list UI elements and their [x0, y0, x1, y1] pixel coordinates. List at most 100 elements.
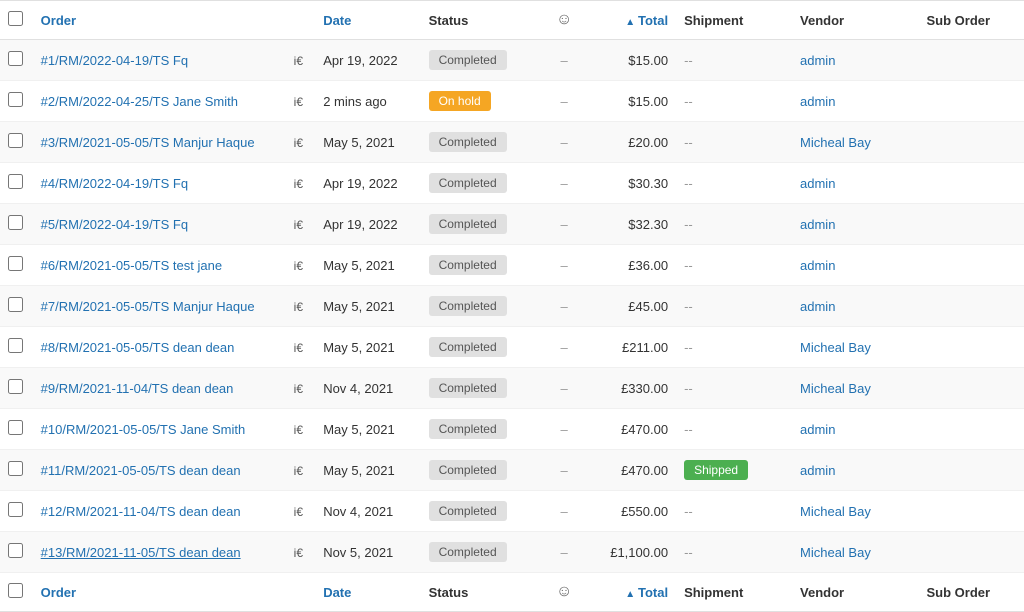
table-row: #9/RM/2021-11-04/TS dean deani€Nov 4, 20…: [0, 368, 1024, 409]
order-icon-8[interactable]: i€: [294, 341, 303, 355]
order-icon-10[interactable]: i€: [294, 423, 303, 437]
vendor-link-8[interactable]: Micheal Bay: [800, 340, 871, 355]
row-checkbox-2[interactable]: [8, 92, 23, 107]
select-all-footer-checkbox[interactable]: [8, 583, 23, 598]
header-date[interactable]: Date: [315, 1, 420, 40]
shipment-cell-5: --: [684, 217, 693, 232]
order-icon-3[interactable]: i€: [294, 136, 303, 150]
header-status: Status: [421, 1, 548, 40]
suborder-cell: [919, 40, 1024, 81]
header-check[interactable]: [0, 1, 33, 40]
suborder-cell: [919, 532, 1024, 573]
suborder-cell: [919, 286, 1024, 327]
order-icon-2[interactable]: i€: [294, 95, 303, 109]
row-checkbox-3[interactable]: [8, 133, 23, 148]
footer-smiley[interactable]: ☺: [547, 573, 581, 612]
footer-check[interactable]: [0, 573, 33, 612]
row-checkbox-12[interactable]: [8, 502, 23, 517]
shipment-cell-3: --: [684, 135, 693, 150]
order-icon-12[interactable]: i€: [294, 505, 303, 519]
order-total-4: $30.30: [589, 176, 668, 191]
header-smiley[interactable]: ☺: [547, 1, 581, 40]
order-link-3[interactable]: #3/RM/2021-05-05/TS Manjur Haque: [41, 135, 255, 150]
order-link-10[interactable]: #10/RM/2021-05-05/TS Jane Smith: [41, 422, 246, 437]
smiley-cell-10: –: [561, 422, 568, 437]
order-total-10: £470.00: [589, 422, 668, 437]
shipment-cell-8: --: [684, 340, 693, 355]
order-date: Apr 19, 2022: [315, 40, 420, 81]
row-checkbox-7[interactable]: [8, 297, 23, 312]
order-link-4[interactable]: #4/RM/2022-04-19/TS Fq: [41, 176, 188, 191]
order-icon-13[interactable]: i€: [294, 546, 303, 560]
header-order[interactable]: Order: [33, 1, 286, 40]
vendor-link-1[interactable]: admin: [800, 53, 835, 68]
vendor-link-5[interactable]: admin: [800, 217, 835, 232]
row-checkbox-10[interactable]: [8, 420, 23, 435]
table-row: #13/RM/2021-11-05/TS dean deani€Nov 5, 2…: [0, 532, 1024, 573]
footer-total[interactable]: Total: [581, 573, 676, 612]
vendor-link-9[interactable]: Micheal Bay: [800, 381, 871, 396]
status-badge-4: Completed: [429, 173, 507, 193]
order-total-13: £1,100.00: [589, 545, 668, 560]
footer-status: Status: [421, 573, 548, 612]
footer-vendor: Vendor: [792, 573, 919, 612]
order-icon-4[interactable]: i€: [294, 177, 303, 191]
footer-order[interactable]: Order: [33, 573, 286, 612]
order-link-7[interactable]: #7/RM/2021-05-05/TS Manjur Haque: [41, 299, 255, 314]
order-total-5: $32.30: [589, 217, 668, 232]
order-date: May 5, 2021: [315, 450, 420, 491]
order-link-11[interactable]: #11/RM/2021-05-05/TS dean dean: [41, 463, 241, 478]
vendor-link-6[interactable]: admin: [800, 258, 835, 273]
order-link-9[interactable]: #9/RM/2021-11-04/TS dean dean: [41, 381, 234, 396]
vendor-link-12[interactable]: Micheal Bay: [800, 504, 871, 519]
vendor-link-11[interactable]: admin: [800, 463, 835, 478]
footer-smiley-icon: ☺: [556, 583, 572, 600]
smiley-cell-9: –: [561, 381, 568, 396]
row-checkbox-8[interactable]: [8, 338, 23, 353]
order-link-13[interactable]: #13/RM/2021-11-05/TS dean dean: [41, 545, 241, 560]
footer-date[interactable]: Date: [315, 573, 420, 612]
smiley-cell-5: –: [561, 217, 568, 232]
order-icon-1[interactable]: i€: [294, 54, 303, 68]
row-checkbox-11[interactable]: [8, 461, 23, 476]
row-checkbox-13[interactable]: [8, 543, 23, 558]
status-badge-12: Completed: [429, 501, 507, 521]
table-footer: Order Date Status ☺ Total Shipment Vendo…: [0, 573, 1024, 612]
row-checkbox-4[interactable]: [8, 174, 23, 189]
order-total-7: £45.00: [589, 299, 668, 314]
status-badge-3: Completed: [429, 132, 507, 152]
order-link-6[interactable]: #6/RM/2021-05-05/TS test jane: [41, 258, 222, 273]
row-checkbox-6[interactable]: [8, 256, 23, 271]
row-checkbox-1[interactable]: [8, 51, 23, 66]
shipment-cell-4: --: [684, 176, 693, 191]
order-icon-7[interactable]: i€: [294, 300, 303, 314]
order-link-1[interactable]: #1/RM/2022-04-19/TS Fq: [41, 53, 188, 68]
vendor-link-3[interactable]: Micheal Bay: [800, 135, 871, 150]
row-checkbox-5[interactable]: [8, 215, 23, 230]
table-row: #4/RM/2022-04-19/TS Fqi€Apr 19, 2022Comp…: [0, 163, 1024, 204]
row-checkbox-9[interactable]: [8, 379, 23, 394]
order-link-12[interactable]: #12/RM/2021-11-04/TS dean dean: [41, 504, 241, 519]
table-row: #8/RM/2021-05-05/TS dean deani€May 5, 20…: [0, 327, 1024, 368]
order-link-8[interactable]: #8/RM/2021-05-05/TS dean dean: [41, 340, 235, 355]
vendor-link-2[interactable]: admin: [800, 94, 835, 109]
order-link-2[interactable]: #2/RM/2022-04-25/TS Jane Smith: [41, 94, 238, 109]
vendor-link-7[interactable]: admin: [800, 299, 835, 314]
table-row: #1/RM/2022-04-19/TS Fqi€Apr 19, 2022Comp…: [0, 40, 1024, 81]
select-all-checkbox[interactable]: [8, 11, 23, 26]
header-total[interactable]: Total: [581, 1, 676, 40]
status-badge-10: Completed: [429, 419, 507, 439]
order-icon-11[interactable]: i€: [294, 464, 303, 478]
order-icon-6[interactable]: i€: [294, 259, 303, 273]
order-total-3: £20.00: [589, 135, 668, 150]
vendor-link-10[interactable]: admin: [800, 422, 835, 437]
smiley-icon: ☺: [556, 11, 572, 28]
order-link-5[interactable]: #5/RM/2022-04-19/TS Fq: [41, 217, 188, 232]
order-icon-9[interactable]: i€: [294, 382, 303, 396]
order-date: May 5, 2021: [315, 245, 420, 286]
suborder-cell: [919, 327, 1024, 368]
vendor-link-4[interactable]: admin: [800, 176, 835, 191]
order-total-8: £211.00: [589, 340, 668, 355]
vendor-link-13[interactable]: Micheal Bay: [800, 545, 871, 560]
order-icon-5[interactable]: i€: [294, 218, 303, 232]
